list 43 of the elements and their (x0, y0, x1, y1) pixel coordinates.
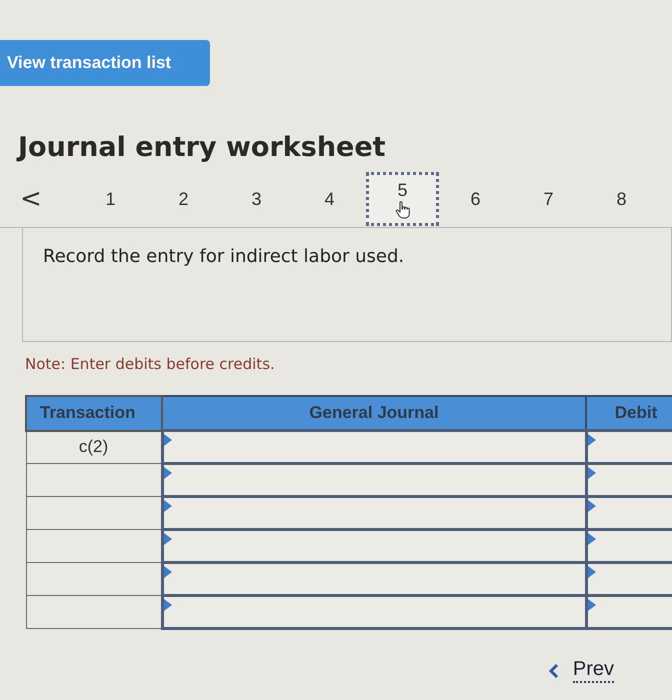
marker-icon (164, 500, 172, 512)
account-field[interactable] (162, 530, 586, 562)
worksheet-title: Journal entry worksheet (18, 131, 387, 165)
marker-icon (588, 467, 596, 479)
step-tab[interactable]: 7 (512, 172, 585, 226)
column-header: General Journal (162, 396, 586, 430)
note-text: Note: Enter debits before credits. (25, 355, 276, 373)
step-tab[interactable]: 5 (366, 172, 439, 226)
step-tab[interactable]: 1 (74, 172, 147, 226)
column-header: Debit (586, 396, 672, 430)
debit-field[interactable] (586, 596, 672, 628)
account-field[interactable] (162, 430, 586, 464)
marker-icon (164, 566, 172, 578)
account-field[interactable] (162, 596, 586, 628)
marker-icon (588, 434, 596, 446)
step-tab[interactable]: 3 (220, 172, 293, 226)
column-header: Transaction (26, 396, 162, 430)
marker-icon (588, 566, 596, 578)
account-field[interactable] (162, 496, 586, 530)
question-text: Record the entry for indirect labor used. (43, 246, 404, 267)
debit-field[interactable] (586, 430, 672, 464)
marker-icon (164, 533, 172, 545)
transaction-cell: c(2) (26, 430, 162, 464)
step-tab[interactable]: 6 (439, 172, 512, 226)
marker-icon (164, 467, 172, 479)
debit-field[interactable] (586, 530, 672, 562)
chevron-left-icon (548, 662, 559, 678)
marker-icon (588, 533, 596, 545)
step-tab[interactable]: 8 (585, 172, 658, 226)
marker-icon (164, 434, 172, 446)
debit-field[interactable] (586, 562, 672, 596)
prev-link[interactable]: Prev (548, 658, 614, 683)
marker-icon (588, 599, 596, 611)
account-field[interactable] (162, 464, 586, 496)
step-tab[interactable]: 2 (147, 172, 220, 226)
hand-pointer-icon (394, 200, 410, 218)
previous-step-button[interactable]: < (20, 171, 62, 227)
account-field[interactable] (162, 562, 586, 596)
step-tab[interactable]: 4 (293, 172, 366, 226)
marker-icon (164, 599, 172, 611)
debit-field[interactable] (586, 464, 672, 496)
debit-field[interactable] (586, 496, 672, 530)
marker-icon (588, 500, 596, 512)
